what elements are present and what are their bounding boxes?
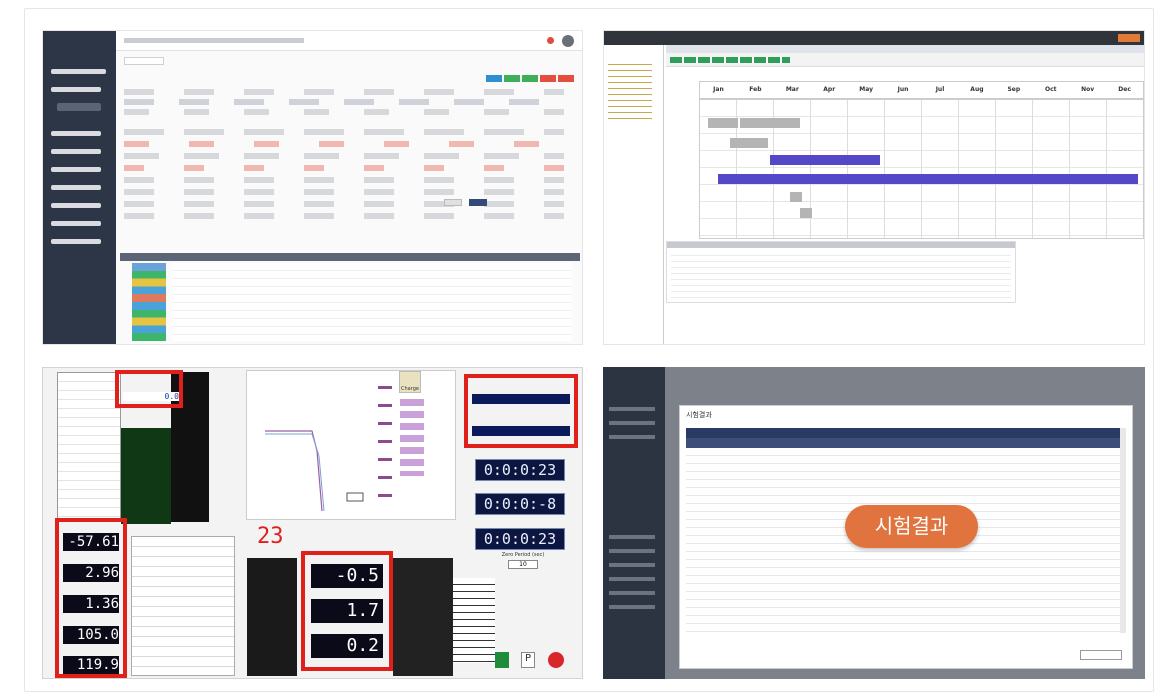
stop-icon[interactable] [548,652,564,668]
gantt-month: Nov [1081,86,1095,93]
gantt-month: Jul [935,86,945,93]
charge-button[interactable]: Charge [399,371,421,393]
value-display: 1.36 [63,595,119,613]
trend-line [265,430,364,512]
window-titlebar [604,31,1144,45]
zero-period-label: Zero Period (sec) [501,552,545,558]
alert-icon[interactable] [547,37,554,44]
gantt-grid [699,99,1144,239]
timer-display: 0:0:0:23 [475,459,565,481]
admin-main [116,31,582,344]
gantt-month: May [859,86,874,93]
gantt-month: Oct [1044,86,1057,93]
trend-chart [246,370,456,520]
results-overlay-label: 시험결과 [845,505,978,548]
zero-period-input[interactable]: 10 [508,560,538,569]
value-display: 0.2 [311,634,383,658]
time-highlight: 0.0 [115,370,183,408]
date-highlight [464,374,578,448]
sidebar [43,31,116,344]
value-display: -57.61 [63,533,119,551]
user-avatar[interactable] [562,35,574,47]
close-button[interactable] [1080,650,1122,660]
value-display: -0.5 [311,564,383,588]
dialog-title: 시험결과 [686,411,712,419]
admin-screenshot-1[interactable] [42,30,583,345]
gantt-month: Sep [1007,86,1021,93]
value-display: 105.0 [63,626,119,644]
admin-topbar [116,31,582,51]
value-display: 2.96 [63,564,119,582]
print-icon[interactable]: P [521,652,535,668]
excel-icon[interactable] [495,652,509,668]
timer-display: 0:0:0:-8 [475,493,565,515]
gantt-detail-table [666,241,1016,303]
gantt-screenshot[interactable]: Jan Feb Mar Apr May Jun Jul Aug Sep Oct … [603,30,1145,345]
value-display: 1.7 [311,599,383,623]
gantt-month: Apr [823,86,836,93]
timer-display: 0:0:0:23 [475,528,565,550]
gantt-month: Dec [1118,86,1131,93]
gantt-month-header: Jan Feb Mar Apr May Jun Jul Aug Sep Oct … [699,81,1144,99]
gantt-month: Jan [713,86,724,93]
gantt-month: Mar [785,86,799,93]
admin-table [120,253,580,343]
gantt-month: Feb [749,86,762,93]
gantt-month: Jun [897,86,909,93]
measurement-screenshot[interactable]: 0.0 Charge 0:0:0:23 0:0:0:-8 0:0:0:23 Ze… [42,367,583,679]
big-number: 23 [257,524,284,549]
gantt-month: Aug [970,86,984,93]
value-display: 119.9 [63,656,119,674]
